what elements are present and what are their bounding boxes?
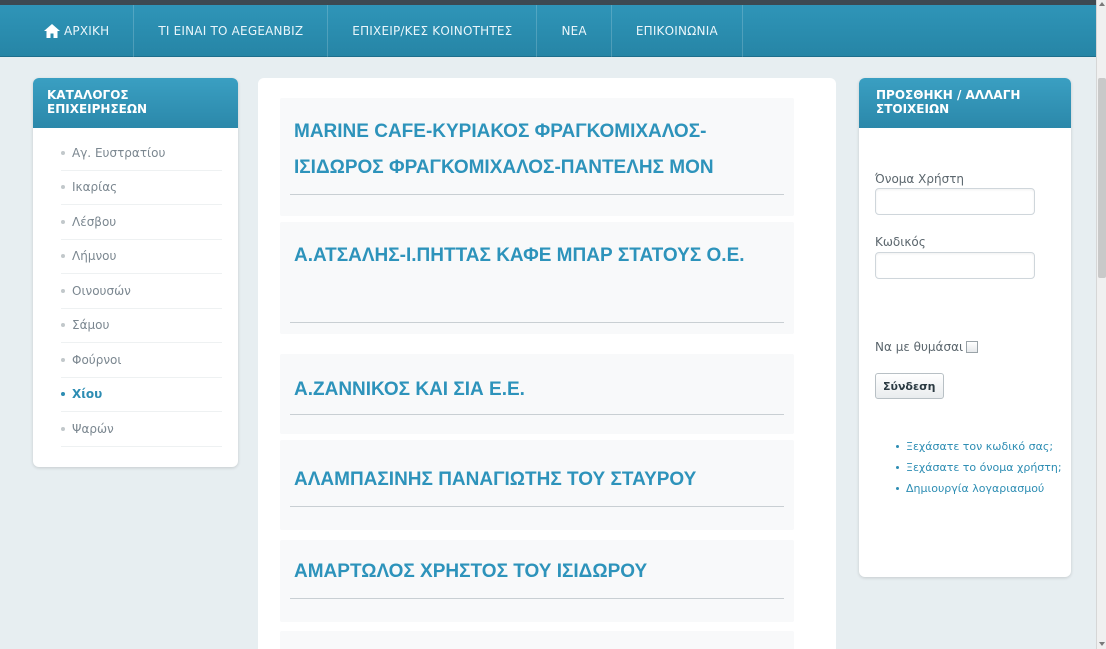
catalog-item-label: Φούρνοι	[72, 352, 122, 367]
nav-news[interactable]: ΝΕΑ	[537, 4, 612, 57]
nav-news-label: ΝΕΑ	[561, 23, 587, 38]
divider	[290, 598, 784, 599]
catalog-item-label: Σάμου	[72, 318, 110, 333]
password-input[interactable]	[875, 252, 1035, 279]
bullet-icon	[61, 323, 65, 328]
forgot-password-link[interactable]: Ξεχάσατε τον κωδικό σας;	[896, 437, 1068, 456]
catalog-item-limnos[interactable]: Λήμνου	[61, 240, 222, 274]
business-title-link[interactable]: Α.ΑΤΣΑΛΗΣ-Ι.ΠΗΤΤΑΣ ΚΑΦΕ ΜΠΑΡ ΣΤΑΤΟΥΣ Ο.Ε…	[294, 238, 794, 274]
bullet-icon	[61, 392, 65, 397]
nav-communities-label: ΕΠΙΧΕΙΡ/ΚΕΣ ΚΟΙΝΟΤΗΤΕΣ	[352, 23, 513, 38]
business-card	[280, 631, 794, 649]
business-title-link[interactable]: ΑΜΑΡΤΩΛΟΣ ΧΡΗΣΤΟΣ ΤΟΥ ΙΣΙΔΩΡΟΥ	[294, 554, 794, 590]
catalog-item-agios-efstratios[interactable]: Αγ. Ευστρατίου	[61, 136, 222, 171]
catalog-item-ikaria[interactable]: Ικαρίας	[61, 171, 222, 205]
catalog-item-lesvos[interactable]: Λέσβου	[61, 205, 222, 240]
divider	[290, 194, 784, 195]
username-input[interactable]	[875, 188, 1035, 215]
forgot-username-label: Ξεχάσατε το όνομα χρήστη;	[906, 461, 1062, 474]
scroll-down-icon[interactable]	[1099, 642, 1105, 646]
page-scrollbar[interactable]	[1096, 0, 1106, 649]
nav-contact[interactable]: ΕΠΙΚΟΙΝΩΝΙΑ	[612, 4, 743, 57]
divider	[290, 414, 784, 415]
bullet-icon	[61, 426, 65, 431]
bullet-icon	[896, 487, 899, 490]
bullet-icon	[61, 219, 65, 224]
catalog-item-label: Ψαρών	[72, 421, 114, 436]
catalog-item-psara[interactable]: Ψαρών	[61, 412, 222, 447]
login-title: ΠΡΟΣΘΗΚΗ / ΑΛΛΑΓΗ ΣΤΟΙΧΕΙΩΝ	[859, 78, 1071, 128]
business-list: MARINE CAFE-ΚΥΡΙΑΚΟΣ ΦΡΑΓΚΟΜΙΧΑΛΟΣ-ΙΣΙΔΩ…	[258, 78, 836, 649]
main-navbar: ΑΡΧΙΚΗ ΤΙ ΕΙΝΑΙ ΤΟ AEGEANBIZ ΕΠΙΧΕΙΡ/ΚΕΣ…	[0, 4, 1096, 57]
login-button[interactable]: Σύνδεση	[875, 373, 944, 399]
nav-about-label: ΤΙ ΕΙΝΑΙ ΤΟ AEGEANBIZ	[158, 23, 304, 38]
catalog-list: Αγ. Ευστρατίου Ικαρίας Λέσβου Λήμνου Οιν…	[33, 128, 238, 447]
business-card: Α.ΖΑΝΝΙΚΟΣ ΚΑΙ ΣΙΑ Ε.Ε.	[280, 354, 794, 434]
bullet-icon	[61, 357, 65, 362]
business-title-link[interactable]: MARINE CAFE-ΚΥΡΙΑΚΟΣ ΦΡΑΓΚΟΜΙΧΑΛΟΣ-ΙΣΙΔΩ…	[294, 114, 794, 186]
create-account-label: Δημιουργία λογαριασμού	[906, 482, 1045, 495]
catalog-item-label: Αγ. Ευστρατίου	[72, 145, 166, 160]
account-links: Ξεχάσατε τον κωδικό σας; Ξεχάσατε το όνο…	[896, 437, 1068, 500]
catalog-item-label: Οινουσών	[72, 283, 131, 298]
username-label: Όνομα Χρήστη	[875, 172, 965, 186]
business-card: ΑΜΑΡΤΩΛΟΣ ΧΡΗΣΤΟΣ ΤΟΥ ΙΣΙΔΩΡΟΥ	[280, 540, 794, 622]
bullet-icon	[896, 445, 899, 448]
business-catalog-panel: ΚΑΤΑΛΟΓΟΣ ΕΠΙΧΕΙΡΗΣΕΩΝ Αγ. Ευστρατίου Ικ…	[33, 78, 238, 467]
login-panel: ΠΡΟΣΘΗΚΗ / ΑΛΛΑΓΗ ΣΤΟΙΧΕΙΩΝ Όνομα Χρήστη…	[859, 78, 1071, 577]
remember-me-checkbox[interactable]	[966, 341, 979, 353]
divider	[290, 506, 784, 507]
nav-contact-label: ΕΠΙΚΟΙΝΩΝΙΑ	[635, 23, 718, 38]
bullet-icon	[61, 150, 65, 155]
nav-home-label: ΑΡΧΙΚΗ	[64, 23, 110, 38]
business-title-link[interactable]: ΑΛΑΜΠΑΣΙΝΗΣ ΠΑΝΑΓΙΩΤΗΣ ΤΟΥ ΣΤΑΥΡΟΥ	[294, 462, 794, 498]
create-account-link[interactable]: Δημιουργία λογαριασμού	[896, 479, 1068, 498]
forgot-password-label: Ξεχάσατε τον κωδικό σας;	[906, 440, 1054, 453]
catalog-item-chios[interactable]: Χίου	[61, 378, 222, 412]
catalog-item-samos[interactable]: Σάμου	[61, 309, 222, 343]
bullet-icon	[896, 466, 899, 469]
business-title-link[interactable]: Α.ΖΑΝΝΙΚΟΣ ΚΑΙ ΣΙΑ Ε.Ε.	[294, 372, 794, 408]
catalog-item-label: Χίου	[72, 387, 103, 402]
catalog-item-fournoi[interactable]: Φούρνοι	[61, 343, 222, 378]
password-label: Κωδικός	[875, 235, 926, 249]
home-icon	[44, 23, 60, 38]
nav-about[interactable]: ΤΙ ΕΙΝΑΙ ΤΟ AEGEANBIZ	[134, 4, 329, 57]
scroll-up-icon[interactable]	[1099, 2, 1105, 6]
bullet-icon	[61, 254, 65, 259]
nav-home[interactable]: ΑΡΧΙΚΗ	[0, 4, 135, 57]
bullet-icon	[61, 185, 65, 190]
business-card: MARINE CAFE-ΚΥΡΙΑΚΟΣ ΦΡΑΓΚΟΜΙΧΑΛΟΣ-ΙΣΙΔΩ…	[280, 98, 794, 216]
business-card: Α.ΑΤΣΑΛΗΣ-Ι.ΠΗΤΤΑΣ ΚΑΦΕ ΜΠΑΡ ΣΤΑΤΟΥΣ Ο.Ε…	[280, 222, 794, 334]
nav-communities[interactable]: ΕΠΙΧΕΙΡ/ΚΕΣ ΚΟΙΝΟΤΗΤΕΣ	[328, 4, 538, 57]
forgot-username-link[interactable]: Ξεχάσατε το όνομα χρήστη;	[896, 458, 1068, 477]
business-card: ΑΛΑΜΠΑΣΙΝΗΣ ΠΑΝΑΓΙΩΤΗΣ ΤΟΥ ΣΤΑΥΡΟΥ	[280, 440, 794, 530]
scrollbar-thumb[interactable]	[1098, 78, 1106, 278]
catalog-item-oinousses[interactable]: Οινουσών	[61, 274, 222, 309]
catalog-title: ΚΑΤΑΛΟΓΟΣ ΕΠΙΧΕΙΡΗΣΕΩΝ	[33, 78, 238, 128]
catalog-item-label: Λέσβου	[72, 214, 117, 229]
catalog-item-label: Ικαρίας	[72, 180, 118, 195]
remember-me: Να με θυμάσαι	[875, 340, 979, 354]
catalog-item-label: Λήμνου	[72, 249, 117, 264]
divider	[290, 322, 784, 323]
bullet-icon	[61, 288, 65, 293]
remember-me-label: Να με θυμάσαι	[875, 340, 964, 354]
